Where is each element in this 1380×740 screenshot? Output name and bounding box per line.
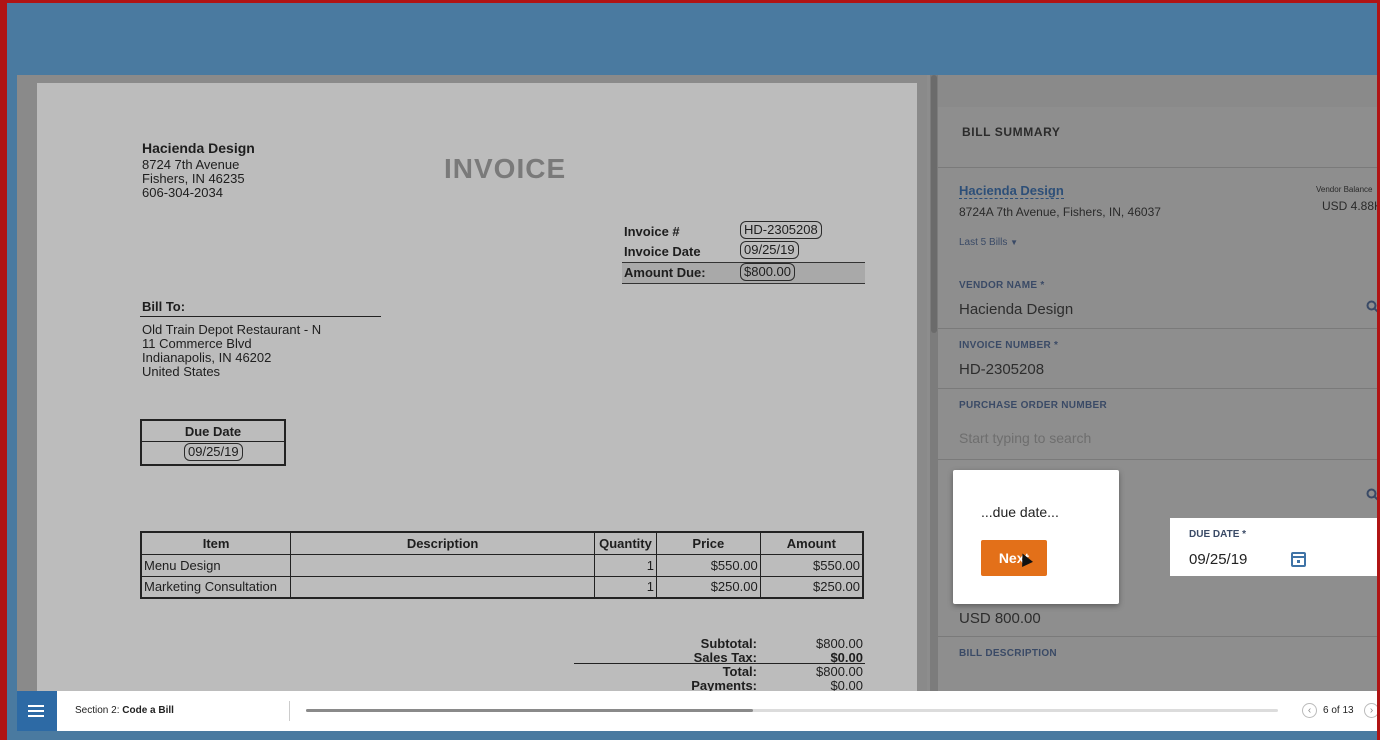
document-scrollbar-thumb[interactable] [931,75,937,333]
due-date-field[interactable]: DUE DATE * 09/25/19 [1170,518,1377,576]
column-header: Item [140,531,292,555]
invoice-title: INVOICE [444,153,567,184]
top-bar [7,3,1377,75]
payments-value: $0.00 [830,678,863,692]
course-progress-bar [306,709,1278,712]
due-date-box-label: Due Date [184,424,242,439]
table-row: Marketing Consultation 1 $250.00 $250.00 [140,575,864,599]
section-prefix: Section 2: [75,705,123,716]
dialog-text: ...due date... [981,504,1059,520]
amount-value[interactable]: USD 800.00 [959,610,1041,627]
bill-to-line: 11 Commerce Blvd [142,336,252,351]
course-progress-fill [306,709,754,712]
invoice-number-input[interactable]: HD-2305208 [959,361,1044,378]
tutorial-dialog: ...due date... Next [953,470,1119,604]
po-number-label: PURCHASE ORDER NUMBER [959,400,1107,411]
bill-to-rule [140,316,381,317]
table-cell: 1 [594,553,657,577]
vendor-address: 8724A 7th Avenue, Fishers, IN, 46037 [959,205,1161,219]
hamburger-icon [28,705,44,707]
po-number-input[interactable]: Start typing to search [959,430,1091,446]
course-bottom-bar: Section 2: Code a Bill ‹ 6 of 13 › [17,691,1377,731]
search-icon[interactable] [1366,488,1377,502]
next-page-icon[interactable]: › [1364,703,1377,718]
bill-summary-heading: BILL SUMMARY [962,125,1061,139]
hamburger-icon [28,715,44,717]
due-date-box-value: 09/25/19 [184,443,243,461]
invoice-viewer: Hacienda Design 8724 7th Avenue Fishers,… [17,75,927,691]
bill-to-label: Bill To: [142,299,186,314]
due-date-box: Due Date 09/25/19 [140,419,286,466]
table-cell [290,575,595,599]
divider [938,636,1377,637]
caret-down-icon: ▼ [1010,238,1019,247]
page-count: 6 of 13 [1323,705,1354,716]
due-date-box-rule [142,441,284,442]
divider [938,167,1377,168]
payments-label: Payments: [691,678,757,692]
column-header: Price [655,531,761,555]
last-bills-dropdown[interactable]: Last 5 Bills ▼ [959,237,1018,248]
app-frame: Hacienda Design 8724 7th Avenue Fishers,… [0,0,1380,740]
invoice-vendor-address1: 8724 7th Avenue [142,157,240,172]
vendor-link[interactable]: Hacienda Design [959,183,1064,199]
subtotal-label: Subtotal: [700,636,757,651]
last-bills-label: Last 5 Bills [959,237,1008,248]
due-date-input[interactable]: 09/25/19 [1189,551,1247,568]
vendor-name-label: VENDOR NAME * [959,280,1045,291]
section-name: Code a Bill [122,705,174,716]
divider [938,388,1377,389]
panel-top-strip [938,75,1377,107]
bill-to-line: Indianapolis, IN 46202 [142,350,272,365]
document-scrollbar[interactable] [930,75,938,691]
table-row: Menu Design 1 $550.00 $550.00 [140,553,864,577]
vendor-balance-label: Vendor Balance [1316,185,1373,194]
subtotal-value: $800.00 [816,636,863,651]
table-cell: $250.00 [655,575,761,599]
column-header: Amount [759,531,864,555]
table-cell: Menu Design [140,553,292,577]
total-label: Total: [722,664,757,679]
footer-strip [7,731,1377,740]
invoice-vendor-address2: Fishers, IN 46235 [142,171,245,186]
divider [938,459,1377,460]
search-icon[interactable] [1366,300,1377,314]
column-header: Description [290,531,595,555]
bill-to-line: United States [142,364,221,379]
table-cell [290,553,595,577]
due-date-label: DUE DATE * [1189,529,1247,540]
calendar-icon[interactable] [1291,552,1306,567]
invoice-vendor-phone: 606-304-2034 [142,185,223,200]
invoice-number-label: Invoice # [624,224,680,239]
workspace: Hacienda Design 8724 7th Avenue Fishers,… [17,75,1380,691]
invoice-items-table: Item Description Quantity Price Amount M… [140,531,864,599]
table-cell: $550.00 [655,553,761,577]
table-cell: $550.00 [759,553,864,577]
invoice-page: Hacienda Design 8724 7th Avenue Fishers,… [37,83,917,691]
divider [289,701,290,721]
bill-description-label: BILL DESCRIPTION [959,648,1057,659]
table-cell: $250.00 [759,575,864,599]
table-header-row: Item Description Quantity Price Amount [140,531,864,555]
invoice-vendor-name: Hacienda Design [142,140,255,156]
column-header: Quantity [594,531,657,555]
vendor-name-input[interactable]: Hacienda Design [959,301,1073,318]
invoice-number-value: HD-2305208 [740,221,822,239]
vendor-balance-value: USD 4.88K [1322,199,1380,213]
previous-page-icon[interactable]: ‹ [1302,703,1317,718]
section-label: Section 2: Code a Bill [75,705,174,716]
table-cell: 1 [594,575,657,599]
invoice-date-value: 09/25/19 [740,241,799,259]
table-cell: Marketing Consultation [140,575,292,599]
bill-to-line: Old Train Depot Restaurant - N [142,322,322,337]
menu-button[interactable] [17,691,57,731]
divider [938,328,1377,329]
amount-due-label: Amount Due: [624,265,706,280]
total-value: $800.00 [816,664,863,679]
invoice-number-field-label: INVOICE NUMBER * [959,340,1059,351]
next-button[interactable]: Next [981,540,1047,576]
amount-due-value: $800.00 [740,263,795,281]
invoice-date-label: Invoice Date [624,244,701,259]
hamburger-icon [28,710,44,712]
